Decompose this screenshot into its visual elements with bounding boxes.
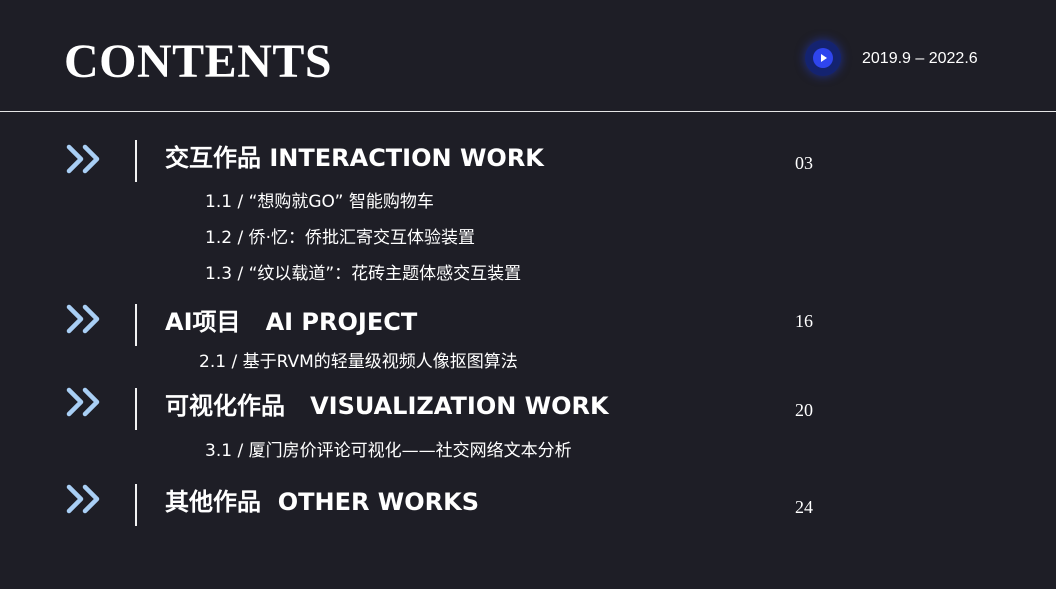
page-number: 20 bbox=[795, 400, 813, 420]
section-divider bbox=[135, 304, 137, 346]
section-divider bbox=[135, 484, 137, 526]
list-item[interactable]: 1.2 / 侨·忆：侨批汇寄交互体验装置 bbox=[205, 226, 475, 250]
header-divider bbox=[0, 111, 1056, 112]
chevron-double-right-icon bbox=[66, 144, 100, 174]
chevron-double-right-icon bbox=[66, 304, 100, 334]
list-item[interactable]: 2.1 / 基于RVM的轻量级视频人像抠图算法 bbox=[199, 350, 518, 374]
chevron-double-right-icon bbox=[66, 484, 100, 514]
page-number: 16 bbox=[795, 311, 813, 331]
play-icon-inner bbox=[813, 48, 833, 68]
section-divider bbox=[135, 388, 137, 430]
chevron-double-right-icon bbox=[66, 387, 100, 417]
play-triangle bbox=[821, 54, 827, 62]
list-item[interactable]: 3.1 / 厦门房价评论可视化——社交网络文本分析 bbox=[205, 439, 572, 463]
page-number: 03 bbox=[795, 153, 813, 173]
section-title-other-works[interactable]: 其他作品 OTHER WORKS bbox=[165, 486, 479, 518]
section-title-visualization[interactable]: 可视化作品 VISUALIZATION WORK bbox=[165, 390, 609, 422]
page-title: CONTENTS bbox=[64, 35, 333, 88]
list-item[interactable]: 1.1 / “想购就GO” 智能购物车 bbox=[205, 190, 434, 214]
list-item[interactable]: 1.3 / “纹以载道”：花砖主题体感交互装置 bbox=[205, 262, 521, 286]
section-divider bbox=[135, 140, 137, 182]
section-title-ai-project[interactable]: AI项目 AI PROJECT bbox=[165, 306, 417, 338]
page-number: 24 bbox=[795, 497, 813, 517]
section-title-interaction[interactable]: 交互作品 INTERACTION WORK bbox=[165, 142, 544, 174]
date-range: 2019.9 – 2022.6 bbox=[862, 50, 978, 67]
play-icon[interactable] bbox=[805, 40, 841, 76]
